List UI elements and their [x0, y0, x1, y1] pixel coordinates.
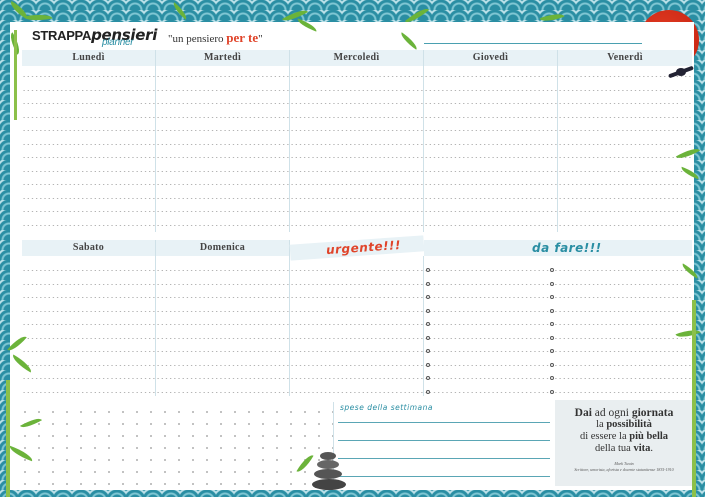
writing-line	[22, 283, 692, 285]
todo-label: da fare!!!	[532, 241, 602, 255]
todo-bullet-icon[interactable]	[426, 349, 430, 353]
todo-bullet-icon[interactable]	[426, 389, 430, 394]
day-header: Martedì	[156, 50, 289, 66]
todo-bullet-icon[interactable]	[426, 268, 430, 272]
todo-bullet-icon[interactable]	[426, 308, 430, 313]
todo-bullet-icon[interactable]	[426, 376, 430, 380]
day-header: Giovedì	[424, 50, 557, 66]
todo-bullet-icon[interactable]	[550, 335, 554, 340]
writing-line	[22, 130, 692, 131]
writing-line	[22, 270, 692, 271]
week-bottom-grid	[22, 256, 692, 396]
todo-bullet-icon[interactable]	[550, 322, 554, 326]
writing-line	[22, 351, 692, 352]
todo-bullet-icon[interactable]	[550, 268, 554, 272]
writing-line	[22, 211, 692, 212]
week-bottom-headers: Sabato Domenica urgente!!! da fare!!!	[22, 235, 692, 261]
urgent-label: urgente!!!	[325, 237, 402, 258]
quote-author: Mark Twain	[614, 461, 634, 466]
quote-line-2: la possibilità	[596, 419, 652, 430]
writing-line	[22, 103, 692, 104]
todo-bullet-icon[interactable]	[550, 281, 554, 286]
todo-bullet-icon[interactable]	[426, 295, 430, 299]
writing-line	[22, 310, 692, 312]
top-dotted-lines	[22, 66, 692, 232]
header-line	[424, 43, 642, 44]
tagline-highlight: per te	[226, 30, 259, 45]
todo-bullet-icon[interactable]	[550, 376, 554, 380]
todo-bullet-icon[interactable]	[426, 335, 430, 340]
writing-line	[22, 157, 692, 158]
day-header-saturday: Sabato	[22, 240, 156, 256]
day-header: Venerdì	[558, 50, 692, 66]
quote-line-1: Dai ad ogni giornata	[574, 407, 674, 419]
writing-line	[22, 378, 692, 379]
quote-line-4: della tua vita.	[594, 443, 654, 454]
day-header-sunday: Domenica	[156, 240, 290, 256]
writing-line	[22, 224, 692, 226]
writing-line	[22, 184, 692, 185]
shopping-line[interactable]	[338, 476, 550, 477]
logo-sub: planner	[102, 37, 134, 48]
shopping-line[interactable]	[338, 422, 550, 423]
todo-bullet-icon[interactable]	[426, 362, 430, 367]
todo-bullet-icon[interactable]	[426, 281, 430, 286]
writing-line	[22, 89, 692, 91]
writing-line	[22, 143, 692, 145]
notes-dot-grid[interactable]	[22, 402, 334, 486]
quote-box: Dai ad ogni giornata la possibilità di e…	[555, 400, 693, 486]
writing-line	[22, 364, 692, 366]
writing-line	[22, 391, 692, 393]
todo-bullet-icon[interactable]	[550, 308, 554, 313]
shopping-line[interactable]	[338, 440, 550, 441]
writing-line	[22, 116, 692, 118]
week-top-grid: Lunedì Martedì Mercoledì Giovedì Venerdì	[22, 50, 692, 232]
writing-line	[22, 170, 692, 172]
todo-bullet-icon[interactable]	[550, 349, 554, 353]
todo-bullet-icon[interactable]	[550, 389, 554, 394]
shopping-label: spese della settimana	[340, 403, 433, 412]
quote-author-info: Scrittore, umorista, aforista e docente …	[574, 467, 674, 472]
tagline-post: "	[258, 33, 263, 45]
bottom-dotted-lines	[22, 256, 692, 396]
todo-bullet-icon[interactable]	[550, 295, 554, 299]
logo: STRAPPApensieri planner	[32, 26, 157, 48]
writing-line	[22, 297, 692, 298]
writing-line	[22, 324, 692, 325]
zen-stones-icon	[312, 452, 346, 492]
tagline-pre: "un pensiero	[168, 33, 224, 45]
todo-bullet-icon[interactable]	[550, 362, 554, 367]
logo-main: STRAPPA	[32, 28, 92, 43]
tagline: "un pensiero per te"	[168, 30, 263, 46]
writing-line	[22, 197, 692, 199]
writing-line	[22, 76, 692, 77]
todo-bullet-icon[interactable]	[426, 322, 430, 326]
swallow-icon	[668, 65, 694, 80]
shopping-line[interactable]	[338, 458, 550, 459]
writing-line	[22, 337, 692, 339]
day-header: Mercoledì	[290, 50, 423, 66]
quote-line-3: di essere la più bella	[579, 431, 669, 442]
day-header: Lunedì	[22, 50, 155, 66]
